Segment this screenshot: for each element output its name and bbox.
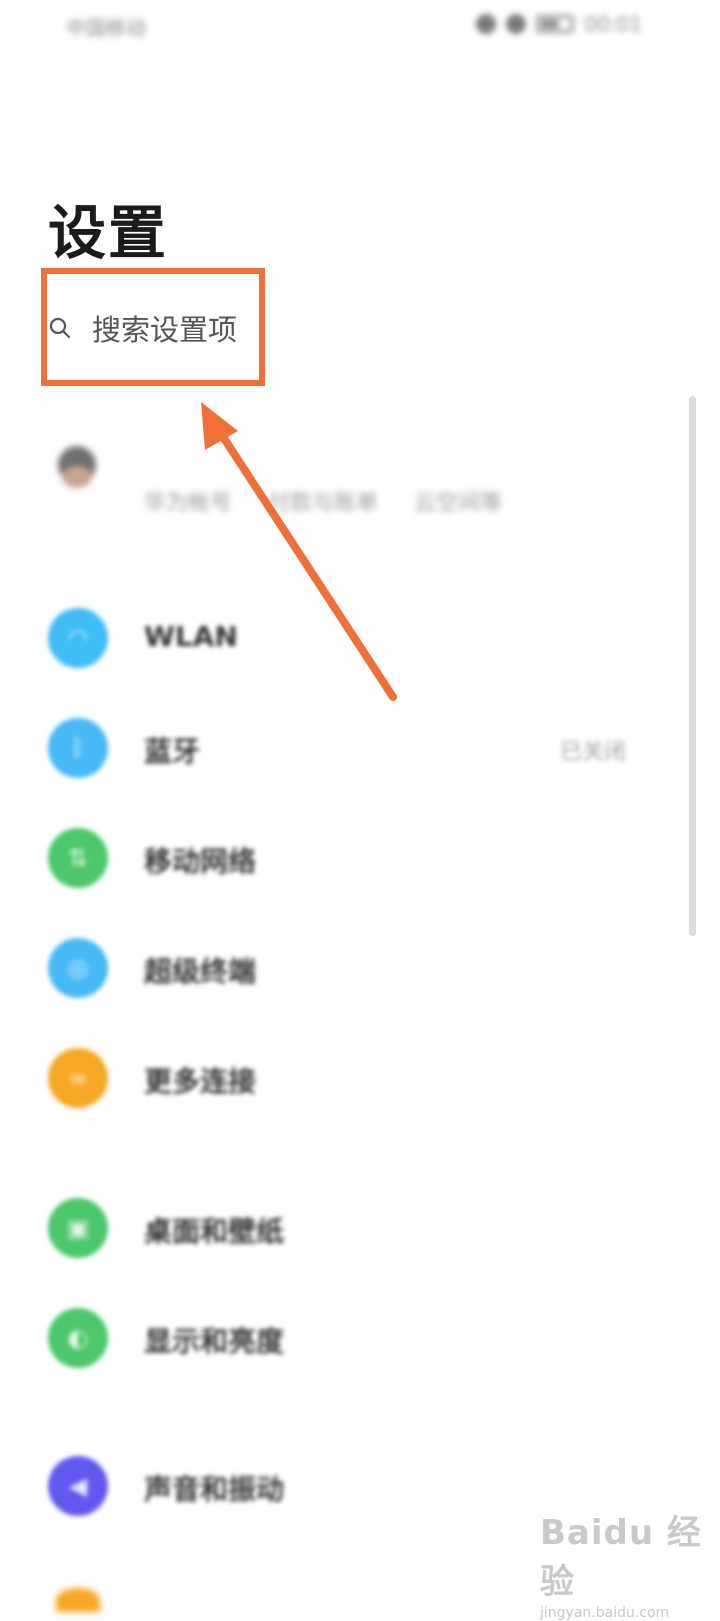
settings-item-label: 蓝牙	[144, 735, 201, 768]
settings-item-label: 移动网络	[144, 845, 257, 878]
status-bar: 中国移动 00:01	[0, 0, 720, 56]
settings-item-value: 已关闭	[559, 740, 626, 765]
settings-item-wallpaper[interactable]: ▣ 桌面和壁纸	[0, 1178, 690, 1278]
watermark-url: jingyan.baidu.com	[540, 1605, 670, 1621]
wifi-icon: ◠	[48, 608, 108, 668]
settings-item-partial-icon	[56, 1588, 100, 1612]
sound-icon: ◀	[48, 1456, 108, 1516]
settings-item-label: 超级终端	[144, 955, 257, 988]
page-title: 设置	[48, 199, 169, 267]
clock: 00:01	[584, 12, 642, 36]
settings-item-label: WLAN	[144, 620, 238, 653]
watermark: Baidu 经验 jingyan.baidu.com	[540, 1505, 720, 1621]
watermark-logo: Baidu 经验	[540, 1513, 702, 1602]
account-links[interactable]: 华为帐号 付款与账单 云空间等	[144, 485, 502, 517]
settings-item-super-device[interactable]: ◎ 超级终端	[0, 918, 690, 1018]
settings-item-more-connections[interactable]: ∞ 更多连接	[0, 1028, 690, 1128]
settings-item-label: 更多连接	[144, 1065, 257, 1098]
settings-item-display[interactable]: ◐ 显示和亮度	[0, 1288, 690, 1388]
account-link: 华为帐号	[144, 491, 233, 516]
search-highlight-box	[41, 268, 265, 386]
settings-item-label: 显示和亮度	[144, 1325, 285, 1358]
account-link: 云空间等	[414, 491, 503, 516]
carrier-label: 中国移动	[66, 16, 146, 40]
bluetooth-icon: ᛒ	[48, 718, 108, 778]
settings-item-wlan[interactable]: ◠ WLAN	[0, 588, 690, 688]
mobile-network-icon: ⇅	[48, 828, 108, 888]
avatar[interactable]	[58, 446, 96, 488]
status-right: 00:01	[476, 12, 642, 36]
settings-item-mobile-network[interactable]: ⇅ 移动网络	[0, 808, 690, 908]
nfc-icon	[476, 14, 497, 34]
settings-item-bluetooth[interactable]: ᛒ 蓝牙 已关闭	[0, 698, 690, 798]
more-connections-icon: ∞	[48, 1048, 108, 1108]
super-device-icon: ◎	[48, 938, 108, 998]
scrollbar[interactable]	[689, 396, 696, 936]
wallpaper-icon: ▣	[48, 1198, 108, 1258]
display-icon: ◐	[48, 1308, 108, 1368]
settings-item-label: 声音和振动	[144, 1473, 285, 1506]
settings-item-label: 桌面和壁纸	[144, 1215, 285, 1248]
account-link: 付款与账单	[268, 491, 379, 516]
battery-icon	[536, 15, 575, 33]
moon-icon	[506, 14, 527, 34]
